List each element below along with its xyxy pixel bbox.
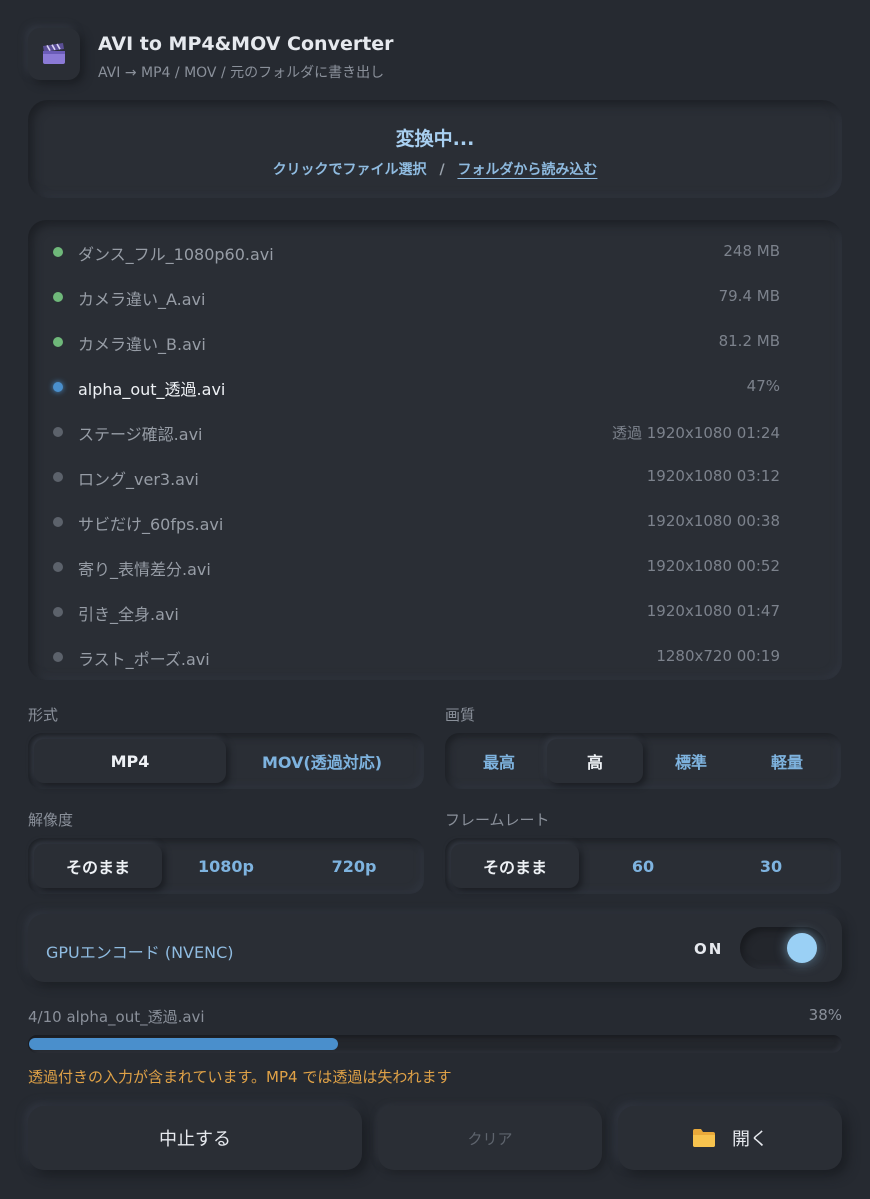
- file-row[interactable]: カメラ違い_B.avi 81.2 MB: [28, 320, 842, 365]
- framerate-option[interactable]: 30: [707, 844, 835, 888]
- format-option[interactable]: MOV(透過対応): [226, 739, 418, 783]
- stop-button-label: 中止する: [159, 1129, 231, 1150]
- file-status-dot: [53, 517, 63, 527]
- framerate-selector: そのまま 60 30: [445, 838, 841, 894]
- clapperboard-icon: [43, 43, 65, 64]
- file-name: ダンス_フル_1080p60.avi: [78, 245, 274, 264]
- format-option[interactable]: MP4: [34, 739, 226, 783]
- file-name: カメラ違い_A.avi: [78, 290, 206, 309]
- framerate-label: フレームレート: [445, 811, 550, 829]
- file-name: alpha_out_透過.avi: [78, 380, 226, 399]
- stop-button[interactable]: 中止する: [28, 1106, 362, 1170]
- framerate-option[interactable]: そのまま: [451, 844, 579, 888]
- header: AVI to MP4&MOV Converter AVI → MP4 / MOV…: [28, 24, 848, 81]
- link-separator: /: [439, 162, 445, 178]
- quality-label: 画質: [445, 706, 476, 724]
- drop-links: クリックでファイル選択 / フォルダから読み込む: [28, 159, 842, 179]
- quality-option[interactable]: 軽量: [739, 739, 835, 783]
- framerate-option[interactable]: 60: [579, 844, 707, 888]
- alpha-warning: 透過付きの入力が含まれています。MP4 では透過は失われます: [28, 1068, 452, 1086]
- gpu-encode-row: GPUエンコード (NVENC) ON: [28, 914, 842, 982]
- open-button-label: 開く: [732, 1129, 768, 1150]
- file-row[interactable]: ダンス_フル_1080p60.avi 248 MB: [28, 230, 842, 275]
- file-row[interactable]: alpha_out_透過.avi 47%: [28, 365, 842, 410]
- file-meta: 1920x1080 03:12: [646, 467, 780, 485]
- resolution-option[interactable]: そのまま: [34, 844, 162, 888]
- file-meta: 透過 1920x1080 01:24: [612, 424, 780, 442]
- resolution-label: 解像度: [28, 811, 74, 829]
- file-meta: 47%: [746, 377, 780, 395]
- file-row[interactable]: ステージ確認.avi 透過 1920x1080 01:24: [28, 410, 842, 455]
- load-folder-link[interactable]: フォルダから読み込む: [457, 162, 597, 178]
- file-row[interactable]: 引き_全身.avi 1920x1080 01:47: [28, 590, 842, 635]
- format-selector: MP4 MOV(透過対応): [28, 733, 424, 789]
- gpu-encode-toggle[interactable]: [740, 927, 826, 969]
- file-name: ロング_ver3.avi: [78, 470, 199, 489]
- file-meta: 248 MB: [723, 242, 780, 260]
- file-meta: 79.4 MB: [718, 287, 780, 305]
- gpu-encode-state: ON: [694, 940, 724, 958]
- clear-button-label: クリア: [467, 1129, 513, 1148]
- file-row[interactable]: カメラ違い_A.avi 79.4 MB: [28, 275, 842, 320]
- file-status-dot: [53, 292, 63, 302]
- resolution-selector: そのまま 1080p 720p: [28, 838, 424, 894]
- file-name: 寄り_表情差分.avi: [78, 560, 211, 579]
- file-meta: 1280x720 00:19: [656, 647, 780, 665]
- resolution-option[interactable]: 1080p: [162, 844, 290, 888]
- file-row[interactable]: ラスト_ポーズ.avi 1280x720 00:19: [28, 635, 842, 680]
- file-name: 引き_全身.avi: [78, 605, 179, 624]
- clear-button[interactable]: クリア: [378, 1106, 602, 1170]
- folder-icon: [693, 1129, 715, 1147]
- file-status-dot: [53, 472, 63, 482]
- quality-selector: 最高高標準 軽量: [445, 733, 841, 789]
- drop-zone[interactable]: 変換中... クリックでファイル選択 / フォルダから読み込む: [28, 100, 842, 198]
- toggle-knob: [787, 933, 817, 963]
- app-icon: [28, 28, 80, 80]
- file-status-dot: [53, 607, 63, 617]
- file-status-dot: [53, 562, 63, 572]
- app-subtitle: AVI → MP4 / MOV / 元のフォルダに書き出し: [98, 65, 385, 81]
- file-row[interactable]: サビだけ_60fps.avi 1920x1080 00:38: [28, 500, 842, 545]
- file-list[interactable]: ダンス_フル_1080p60.avi 248 MB カメラ違い_A.avi 79.4 …: [28, 220, 842, 680]
- file-status-dot: [53, 382, 63, 392]
- file-status-dot: [53, 652, 63, 662]
- app-title: AVI to MP4&MOV Converter: [98, 33, 394, 55]
- progress-bar: [28, 1035, 842, 1053]
- file-meta: 1920x1080 01:47: [646, 602, 780, 620]
- conversion-status: 変換中...: [395, 128, 475, 150]
- gpu-encode-label: GPUエンコード (NVENC): [46, 943, 234, 962]
- file-row[interactable]: 寄り_表情差分.avi 1920x1080 00:52: [28, 545, 842, 590]
- quality-option[interactable]: 高: [547, 739, 643, 783]
- file-name: ステージ確認.avi: [78, 425, 203, 444]
- file-status-dot: [53, 337, 63, 347]
- select-files-link[interactable]: クリックでファイル選択: [273, 162, 427, 178]
- quality-option[interactable]: 標準: [643, 739, 739, 783]
- file-name: カメラ違い_B.avi: [78, 335, 206, 354]
- format-label: 形式: [28, 706, 59, 724]
- open-folder-button[interactable]: 開く: [618, 1106, 842, 1170]
- quality-option[interactable]: 最高: [451, 739, 547, 783]
- progress-percent: 38%: [808, 1006, 842, 1024]
- file-status-dot: [53, 247, 63, 257]
- file-name: ラスト_ポーズ.avi: [78, 650, 210, 669]
- progress-fill: [29, 1038, 338, 1050]
- file-name: サビだけ_60fps.avi: [78, 515, 224, 534]
- resolution-option[interactable]: 720p: [290, 844, 418, 888]
- file-meta: 1920x1080 00:38: [646, 512, 780, 530]
- progress-label: 4/10 alpha_out_透過.avi: [28, 1008, 205, 1026]
- file-meta: 1920x1080 00:52: [646, 557, 780, 575]
- file-row[interactable]: ロング_ver3.avi 1920x1080 03:12: [28, 455, 842, 500]
- file-meta: 81.2 MB: [718, 332, 780, 350]
- file-status-dot: [53, 427, 63, 437]
